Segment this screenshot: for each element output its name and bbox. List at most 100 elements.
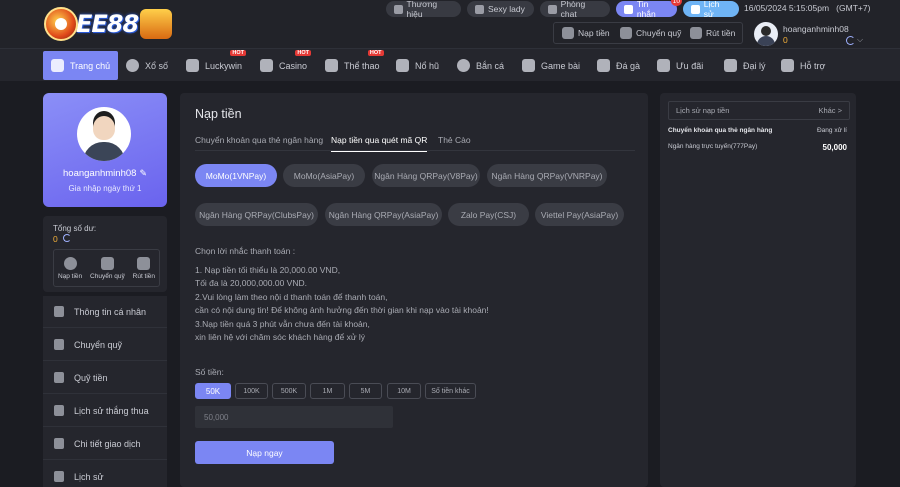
nav-home[interactable]: Trang chủ [43, 51, 119, 80]
profile-avatar [77, 107, 131, 161]
hot-badge: HOT [295, 50, 312, 56]
quick-transfer-button[interactable]: Chuyển quỹ [620, 23, 681, 43]
amount-500k[interactable]: 500K [272, 383, 306, 399]
refresh-balance-icon[interactable] [846, 36, 855, 45]
deposit-submit-button[interactable]: Nạp ngay [195, 441, 334, 464]
deposit-action-label: Nạp tiền [57, 272, 83, 280]
nav-agent-label: Đại lý [743, 60, 766, 71]
nav-lottery[interactable]: Xổ số [126, 51, 168, 80]
menu-personal-info[interactable]: Thông tin cá nhân [43, 296, 167, 328]
menu-transaction-label: Chi tiết giao dịch [74, 438, 141, 449]
method-bank-v8pay[interactable]: Ngân Hàng QRPay(V8Pay) [372, 164, 480, 187]
amount-input[interactable]: 50,000 [195, 406, 393, 428]
menu-transfer[interactable]: Chuyển quỹ [43, 329, 167, 361]
menu-win-loss-history[interactable]: Lịch sử thắng thua [43, 395, 167, 427]
method-bank-clubspay[interactable]: Ngân Hàng QRPay(ClubsPay) [195, 203, 318, 226]
chevron-down-icon[interactable]: ⌵ [857, 35, 863, 45]
quick-deposit-button[interactable]: Nạp tiền [562, 23, 610, 43]
sports-icon [325, 59, 338, 72]
deposit-icon [63, 256, 77, 270]
quick-transfer-label: Chuyển quỹ [636, 28, 682, 38]
menu-history[interactable]: Lịch sử [43, 461, 167, 487]
page-title: Nạp tiền [195, 107, 242, 121]
method-zalopay[interactable]: Zalo Pay(CSJ) [448, 203, 529, 226]
edit-icon[interactable]: ✎ [139, 168, 147, 178]
balance-actions: Nạp tiền Chuyển quỹ Rút tiền [53, 249, 160, 287]
brand-label: Thương hiệu [406, 0, 438, 19]
nav-support-label: Hỗ trợ [800, 60, 826, 71]
history-icon [691, 4, 700, 14]
nav-cockfight[interactable]: Đá gà [597, 51, 640, 80]
note-line: xin liên hệ với chăm sóc khách hàng để x… [195, 332, 366, 342]
menu-funds-label: Quỹ tiền [74, 372, 108, 383]
profile-card: hoanganhminh08 ✎ Gia nhập ngày thứ 1 [43, 93, 167, 207]
nav-cockfight-label: Đá gà [616, 60, 641, 71]
nav-card-games[interactable]: Game bài [522, 51, 580, 80]
balance-value: 0 [53, 234, 58, 244]
messages-label: Tin nhắn [636, 0, 656, 19]
menu-win-loss-label: Lịch sử thắng thua [74, 405, 149, 416]
nav-promotions[interactable]: Ưu đãi [657, 51, 703, 80]
amount-custom[interactable]: Số tiền khác [425, 383, 476, 399]
method-viettel-pay[interactable]: Viettel Pay(AsiaPay) [535, 203, 624, 226]
transfer-action[interactable]: Chuyển quỹ [90, 256, 125, 280]
method-bank-asiapay[interactable]: Ngân Hàng QRPay(AsiaPay) [325, 203, 442, 226]
nav-sports[interactable]: Thể thao HOT [325, 50, 384, 80]
chart-icon [54, 438, 64, 449]
nav-luckywin[interactable]: Luckywin HOT [186, 50, 247, 80]
messages-button[interactable]: Tin nhắn 10 [616, 0, 682, 19]
refresh-icon[interactable] [63, 234, 71, 242]
nav-fishing[interactable]: Bắn cá [457, 51, 504, 80]
history-button[interactable]: Lịch sử [683, 0, 739, 19]
mail-icon [624, 4, 633, 14]
tab-scratch-card[interactable]: Thẻ Cào [438, 135, 471, 151]
nav-slots-label: Nổ hũ [415, 60, 440, 71]
chat-room-button[interactable]: Phòng chat [540, 0, 610, 19]
nav-card-games-label: Game bài [541, 60, 581, 71]
nav-support[interactable]: Hỗ trợ [781, 51, 825, 80]
brand-logo[interactable]: EE88 [44, 5, 184, 43]
history-label: Lịch sử [703, 0, 720, 19]
user-icon [54, 306, 64, 317]
amount-50k[interactable]: 50K [195, 383, 231, 399]
note-line: 1. Nạp tiền tối thiểu là 20,000.00 VND, [195, 265, 341, 275]
withdraw-action[interactable]: Rút tiền [133, 256, 155, 280]
support-icon [781, 59, 794, 72]
history-icon [54, 405, 64, 416]
history-more-link[interactable]: Khác > [818, 106, 842, 115]
quick-withdraw-button[interactable]: Rút tiền [690, 23, 735, 43]
rooster-icon [597, 59, 610, 72]
note-line: 2.Vui lòng làm theo nội d thanh toán để … [195, 292, 388, 302]
nav-slots[interactable]: Nổ hũ [396, 51, 439, 80]
menu-funds[interactable]: Quỹ tiền [43, 362, 167, 394]
menu-transaction-details[interactable]: Chi tiết giao dịch [43, 428, 167, 460]
method-momo-asiapay[interactable]: MoMo(AsiaPay) [283, 164, 365, 187]
history-row-amount: 50,000 [822, 143, 847, 152]
amount-1m[interactable]: 1M [310, 383, 345, 399]
nav-casino[interactable]: Casino HOT [260, 50, 312, 80]
history-header: Lịch sử nạp tiền Khác > [668, 101, 850, 120]
account-menu: Thông tin cá nhân Chuyển quỹ Quỹ tiền Lị… [43, 296, 167, 487]
method-bank-vnrpay[interactable]: Ngân Hàng QRPay(VNRPay) [487, 164, 607, 187]
history-row-status: Đang xử lí [816, 127, 847, 134]
timezone-text: (GMT+7) [836, 3, 871, 13]
tab-bank-transfer[interactable]: Chuyển khoản qua thẻ ngân hàng [195, 135, 323, 151]
deposit-panel: Nạp tiền Chuyển khoản qua thẻ ngân hàng … [180, 93, 648, 487]
nav-agent[interactable]: Đại lý [724, 51, 766, 80]
amount-10m[interactable]: 10M [387, 383, 421, 399]
amount-5m[interactable]: 5M [349, 383, 382, 399]
deposit-action[interactable]: Nạp tiền [57, 256, 83, 280]
amount-label: Số tiền: [195, 367, 224, 377]
nav-casino-label: Casino [279, 60, 308, 71]
amount-100k[interactable]: 100K [235, 383, 268, 399]
quick-withdraw-label: Rút tiền [706, 28, 736, 38]
nav-sports-label: Thể thao [344, 60, 380, 71]
method-momo-1vnpay[interactable]: MoMo(1VNPay) [195, 164, 277, 187]
user-avatar[interactable] [754, 22, 778, 46]
wallet-icon [54, 339, 64, 350]
tab-qr-deposit[interactable]: Nạp tiền qua quét mã QR [331, 135, 428, 152]
brand-button[interactable]: Thương hiệu [386, 0, 461, 19]
sexy-lady-button[interactable]: Sexy lady [467, 1, 534, 17]
transfer-icon [620, 27, 632, 39]
withdraw-icon [690, 27, 702, 39]
